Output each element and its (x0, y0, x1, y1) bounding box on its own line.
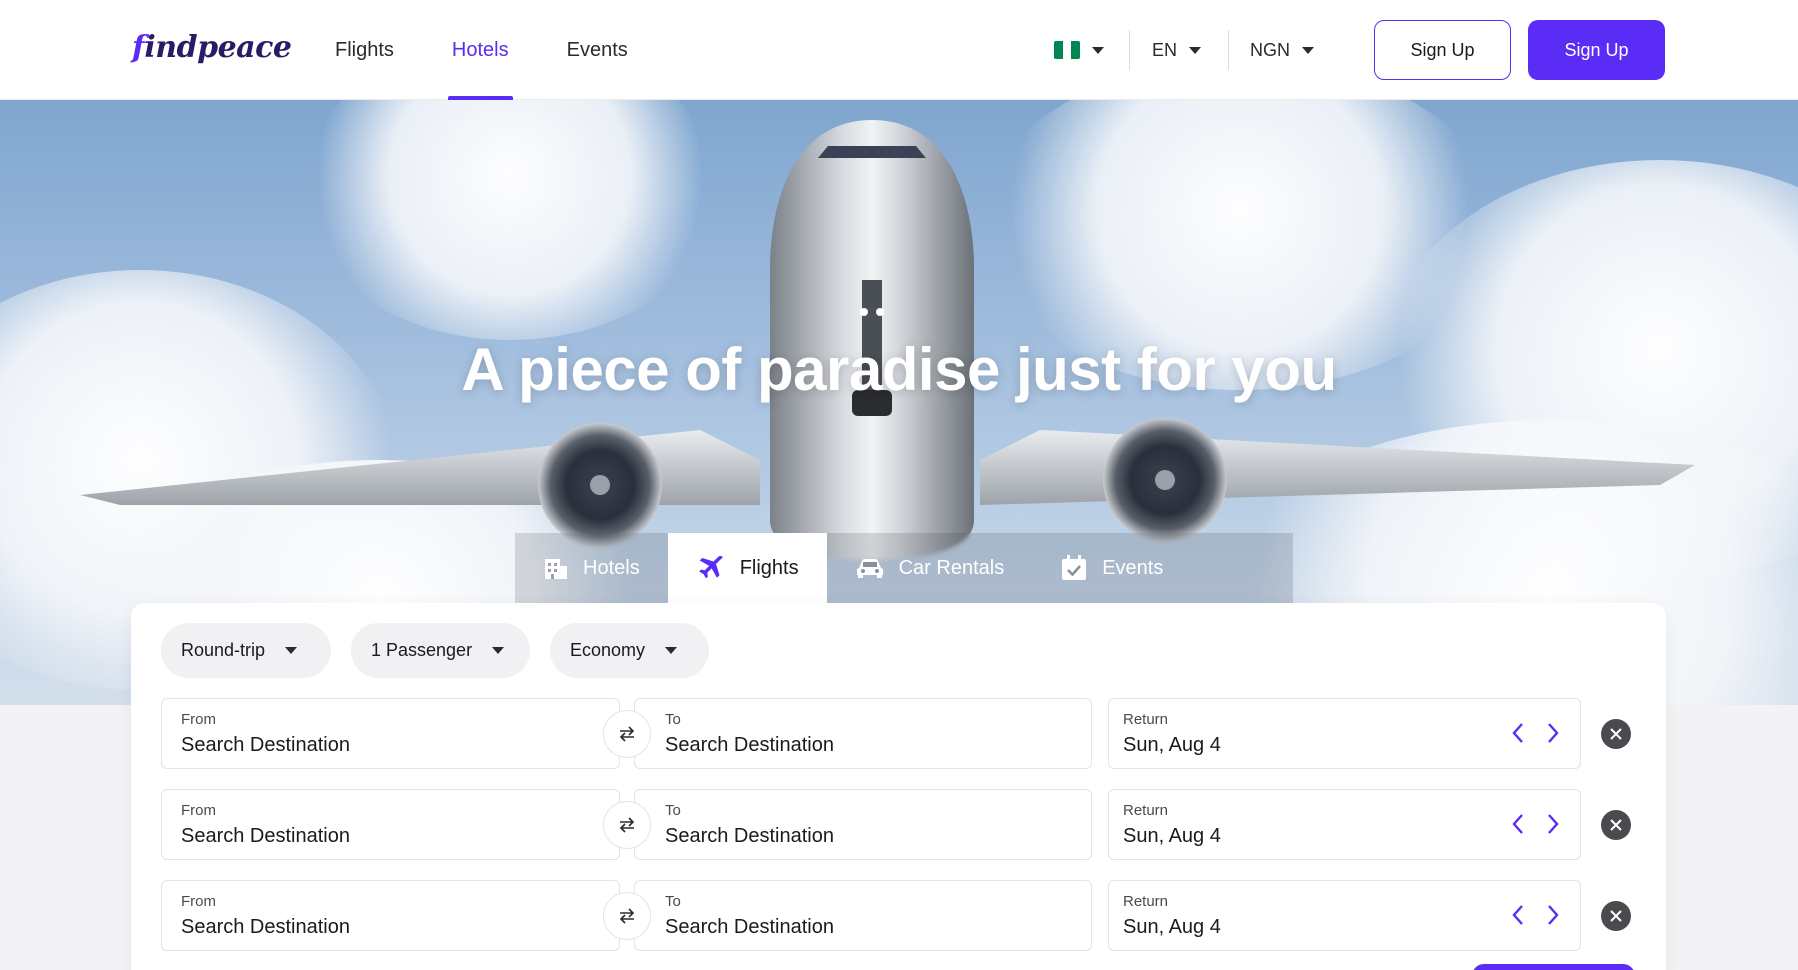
tab-hotels-label: Hotels (583, 556, 640, 579)
from-value: Search Destination (181, 825, 350, 847)
currency-selector[interactable]: NGN (1250, 28, 1314, 72)
currency-value: NGN (1250, 39, 1290, 60)
chevron-down-icon (1092, 46, 1104, 54)
close-icon (1610, 728, 1622, 740)
hotel-building-icon (545, 559, 567, 579)
next-date-button-leg-3[interactable] (1541, 900, 1565, 930)
from-label: From (181, 802, 216, 819)
tab-car-rentals-label: Car Rentals (898, 556, 1005, 579)
swap-arrows-icon (619, 817, 635, 833)
header-divider (1129, 30, 1130, 70)
tab-hotels[interactable]: Hotels (515, 533, 668, 603)
tab-events[interactable]: Events (1032, 533, 1191, 603)
nigeria-flag-icon (1054, 41, 1080, 59)
swap-button-leg-2[interactable] (603, 801, 651, 849)
from-field-leg-3[interactable]: From Search Destination (161, 880, 620, 951)
nav-hotels[interactable]: Hotels (447, 0, 513, 100)
chevron-left-icon (1512, 814, 1523, 834)
language-selector[interactable]: EN (1152, 28, 1202, 72)
return-label: Return (1123, 802, 1169, 819)
language-value: EN (1152, 39, 1178, 60)
return-value: Sun, Aug 4 (1123, 734, 1221, 756)
remove-leg-button-1[interactable] (1601, 719, 1631, 749)
chevron-right-icon (1548, 814, 1559, 834)
to-field-leg-1[interactable]: To Search Destination (634, 698, 1092, 769)
top-header: findpeace Flights Hotels Events EN NGN S… (0, 0, 1798, 100)
tab-car-rentals[interactable]: Car Rentals (827, 533, 1033, 603)
return-label: Return (1123, 893, 1169, 910)
to-value: Search Destination (665, 734, 834, 756)
country-selector[interactable] (1054, 28, 1104, 72)
cabin-class-dropdown[interactable]: Economy (550, 623, 709, 678)
return-value: Sun, Aug 4 (1123, 916, 1221, 938)
swap-arrows-icon (619, 726, 635, 742)
to-label: To (665, 802, 681, 819)
search-button-partial[interactable] (1472, 964, 1635, 970)
calendar-check-icon (1062, 555, 1087, 580)
from-value: Search Destination (181, 734, 350, 756)
to-value: Search Destination (665, 825, 834, 847)
tab-flights-label: Flights (739, 556, 799, 579)
chevron-left-icon (1512, 723, 1523, 743)
return-label: Return (1123, 711, 1169, 728)
from-field-leg-2[interactable]: From Search Destination (161, 789, 620, 860)
passengers-dropdown[interactable]: 1 Passenger (351, 623, 530, 678)
to-field-leg-3[interactable]: To Search Destination (634, 880, 1092, 951)
trip-type-value: Round-trip (181, 640, 266, 660)
prev-date-button-leg-1[interactable] (1506, 718, 1530, 748)
passengers-value: 1 Passenger (371, 640, 473, 660)
return-value: Sun, Aug 4 (1123, 825, 1221, 847)
to-value: Search Destination (665, 916, 834, 938)
next-date-button-leg-2[interactable] (1541, 809, 1565, 839)
swap-arrows-icon (619, 908, 635, 924)
chevron-left-icon (1512, 905, 1523, 925)
trip-type-dropdown[interactable]: Round-trip (161, 623, 331, 678)
main-nav: Flights Hotels Events (335, 0, 686, 100)
chevron-down-icon (1302, 46, 1314, 54)
cabin-class-value: Economy (570, 640, 646, 660)
nav-flights[interactable]: Flights (335, 0, 394, 100)
from-field-leg-1[interactable]: From Search Destination (161, 698, 620, 769)
remove-leg-button-2[interactable] (1601, 810, 1631, 840)
flight-search-card: Round-trip 1 Passenger Economy From Sear… (131, 603, 1666, 970)
remove-leg-button-3[interactable] (1601, 901, 1631, 931)
sign-up-outline-button[interactable]: Sign Up (1374, 20, 1511, 80)
tab-flights[interactable]: Flights (667, 533, 827, 603)
chevron-down-icon (285, 647, 298, 654)
hero-title: A piece of paradise just for you (461, 336, 1337, 403)
to-label: To (665, 711, 681, 728)
airplane-icon (698, 555, 723, 579)
to-label: To (665, 893, 681, 910)
car-icon (856, 559, 883, 578)
close-icon (1610, 910, 1622, 922)
prev-date-button-leg-2[interactable] (1506, 809, 1530, 839)
from-label: From (181, 711, 216, 728)
sign-up-primary-button[interactable]: Sign Up (1528, 20, 1665, 80)
chevron-right-icon (1548, 905, 1559, 925)
chevron-down-icon (1189, 46, 1202, 54)
chevron-down-icon (665, 647, 678, 654)
to-field-leg-2[interactable]: To Search Destination (634, 789, 1092, 860)
header-divider (1228, 30, 1229, 70)
search-category-tabs: Hotels Flights Car Rentals Events (515, 533, 1293, 603)
swap-button-leg-3[interactable] (603, 892, 651, 940)
tab-events-label: Events (1102, 556, 1164, 579)
nav-events[interactable]: Events (567, 0, 628, 100)
close-icon (1610, 819, 1622, 831)
swap-button-leg-1[interactable] (603, 710, 651, 758)
chevron-down-icon (492, 647, 505, 654)
from-label: From (181, 893, 216, 910)
chevron-right-icon (1548, 723, 1559, 743)
next-date-button-leg-1[interactable] (1541, 718, 1565, 748)
prev-date-button-leg-3[interactable] (1506, 900, 1530, 930)
findpeace-logo[interactable]: findpeace (132, 30, 292, 65)
from-value: Search Destination (181, 916, 350, 938)
